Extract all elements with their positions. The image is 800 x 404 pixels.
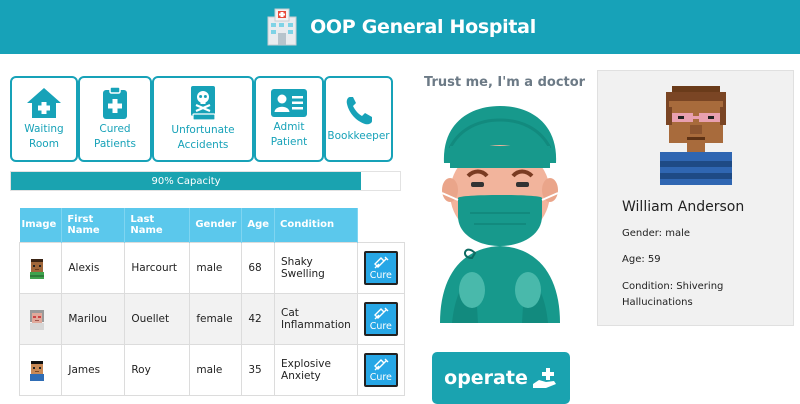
last-name-cell: Harcourt bbox=[124, 241, 191, 294]
first-name-cell: James bbox=[61, 343, 126, 396]
syringe-icon bbox=[373, 358, 389, 370]
nav-item-admit-patient[interactable]: Admit Patient bbox=[254, 76, 324, 162]
condition-cell: Cat Inflammation bbox=[274, 292, 358, 345]
column-header: Last Name bbox=[124, 208, 191, 242]
condition-cell: Explosive Anxiety bbox=[274, 343, 358, 396]
home-icon bbox=[27, 88, 61, 118]
clipboard-medical-icon bbox=[103, 86, 127, 119]
profile-condition: Condition: Shivering Hallucinations bbox=[622, 281, 724, 308]
cure-button[interactable]: Cure bbox=[363, 301, 398, 336]
condition-cell: Shaky Swelling bbox=[274, 241, 358, 294]
profile-age: Age: 59 bbox=[622, 254, 661, 265]
column-header: Condition bbox=[274, 208, 358, 242]
syringe-icon bbox=[373, 307, 389, 319]
nav-item-bookkeeper[interactable]: Bookkeeper bbox=[324, 76, 393, 162]
nav-label: Waiting Room bbox=[24, 123, 64, 150]
app-header: OOP General Hospital bbox=[0, 0, 800, 54]
cure-label: Cure bbox=[369, 269, 392, 281]
nav-label: Cured Patients bbox=[93, 123, 137, 150]
avatar bbox=[30, 258, 44, 279]
last-name-cell: Ouellet bbox=[124, 292, 191, 345]
cure-label: Cure bbox=[369, 371, 392, 383]
cure-button[interactable]: Cure bbox=[363, 352, 398, 387]
table-row: Marilou Ouellet female 42 Cat Inflammati… bbox=[18, 292, 405, 345]
last-name-cell: Roy bbox=[124, 343, 191, 396]
age-cell: 68 bbox=[241, 241, 276, 294]
first-name-cell: Marilou bbox=[61, 292, 126, 345]
gender-cell: male bbox=[189, 343, 243, 396]
nav-item-waiting-room[interactable]: Waiting Room bbox=[10, 76, 78, 162]
avatar-cell bbox=[18, 292, 63, 345]
column-header: Age bbox=[241, 208, 276, 242]
nav-label: Admit Patient bbox=[270, 121, 308, 148]
capacity-progress: 90% Capacity bbox=[10, 171, 401, 191]
operate-label: operate bbox=[444, 367, 528, 389]
operate-button[interactable]: operate bbox=[432, 352, 570, 404]
profile-avatar bbox=[660, 86, 732, 185]
phone-icon bbox=[346, 96, 372, 124]
table-header-row: Image First Name Last Name Gender Age Co… bbox=[19, 208, 405, 242]
gender-cell: female bbox=[189, 292, 243, 345]
page-title: OOP General Hospital bbox=[310, 16, 536, 38]
nav-item-cured-patients[interactable]: Cured Patients bbox=[78, 76, 152, 162]
avatar bbox=[30, 360, 44, 381]
patient-profile-card: William Anderson Gender: male Age: 59 Co… bbox=[597, 70, 794, 326]
nav-item-unfortunate-accidents[interactable]: Unfortunate Accidents bbox=[152, 76, 254, 162]
profile-gender: Gender: male bbox=[622, 228, 691, 239]
hand-plus-icon bbox=[532, 368, 556, 388]
doctor-caption: Trust me, I'm a doctor bbox=[424, 75, 586, 90]
capacity-fill: 90% Capacity bbox=[11, 172, 362, 190]
profile-name: William Anderson bbox=[622, 199, 745, 215]
capacity-label: 90% Capacity bbox=[151, 175, 221, 187]
table-row: James Roy male 35 Explosive Anxiety Cure bbox=[18, 343, 405, 396]
cure-label: Cure bbox=[369, 320, 392, 332]
column-header: Image bbox=[19, 208, 63, 242]
first-name-cell: Alexis bbox=[61, 241, 126, 294]
hospital-icon bbox=[267, 8, 297, 46]
action-cell: Cure bbox=[356, 241, 405, 294]
action-cell: Cure bbox=[356, 292, 405, 345]
avatar bbox=[30, 309, 44, 330]
age-cell: 42 bbox=[241, 292, 276, 345]
nav-label: Bookkeeper bbox=[327, 129, 390, 142]
avatar-cell bbox=[18, 241, 63, 294]
age-cell: 35 bbox=[241, 343, 276, 396]
column-header: Gender bbox=[189, 208, 243, 242]
id-card-icon bbox=[271, 89, 307, 117]
action-cell: Cure bbox=[356, 343, 405, 396]
doctor-illustration bbox=[440, 106, 560, 323]
gender-cell: male bbox=[189, 241, 243, 294]
patients-table: Image First Name Last Name Gender Age Co… bbox=[18, 208, 405, 396]
nav-label: Unfortunate Accidents bbox=[171, 124, 235, 151]
table-row: Alexis Harcourt male 68 Shaky Swelling C… bbox=[18, 241, 405, 294]
avatar-cell bbox=[18, 343, 63, 396]
nav-bar: Waiting Room Cured Patients Unfortunate … bbox=[10, 76, 393, 162]
column-header-blank bbox=[357, 208, 405, 242]
column-header: First Name bbox=[61, 208, 126, 242]
syringe-icon bbox=[373, 256, 389, 268]
cure-button[interactable]: Cure bbox=[363, 250, 398, 285]
skull-book-icon bbox=[191, 86, 216, 121]
